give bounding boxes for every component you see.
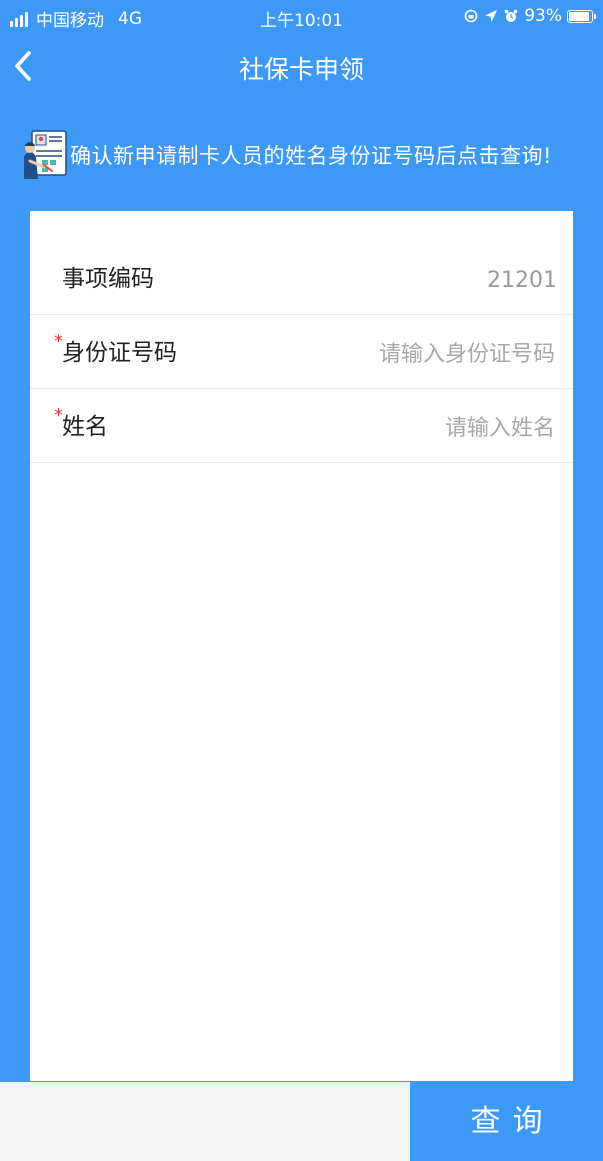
form-row-item-code: 事项编码 21201 <box>30 211 573 315</box>
alarm-icon <box>504 9 518 22</box>
hint-text: 确认新申请制卡人员的姓名身份证号码后点击查询! <box>70 144 552 168</box>
item-code-value: 21201 <box>487 268 557 293</box>
nav-bar: 社保卡申领 <box>0 36 603 98</box>
form-row-id-number: * 身份证号码 <box>30 315 573 389</box>
required-mark: * <box>54 405 63 426</box>
form-card: 事项编码 21201 * 身份证号码 * 姓名 <box>30 211 573 1081</box>
battery-tip <box>594 13 596 19</box>
name-label: 姓名 <box>62 414 108 440</box>
bottom-bar-left <box>0 1082 410 1161</box>
location-arrow-icon <box>485 10 498 22</box>
id-number-label-wrap: * 身份证号码 <box>54 331 177 367</box>
hint-banner: 确认新申请制卡人员的姓名身份证号码后点击查询! <box>20 125 583 185</box>
query-button[interactable]: 查询 <box>410 1082 603 1161</box>
battery-icon <box>567 9 596 23</box>
item-code-label: 事项编码 <box>62 266 154 292</box>
bottom-bar: 查询 <box>0 1082 603 1161</box>
name-input[interactable] <box>293 410 557 446</box>
id-form-icon <box>24 130 67 179</box>
id-number-label: 身份证号码 <box>62 340 177 366</box>
required-mark: * <box>54 331 63 352</box>
name-label-wrap: * 姓名 <box>54 405 108 441</box>
id-number-input[interactable] <box>293 336 557 372</box>
battery-percent: 93% <box>524 6 562 26</box>
battery-fill <box>569 11 589 21</box>
status-bar: 中国移动 4G 上午10:01 93% <box>0 0 603 36</box>
rotation-lock-icon <box>464 9 478 23</box>
status-right: 93% <box>464 6 596 26</box>
form-row-name: * 姓名 <box>30 389 573 463</box>
page-title: 社保卡申领 <box>238 55 364 84</box>
